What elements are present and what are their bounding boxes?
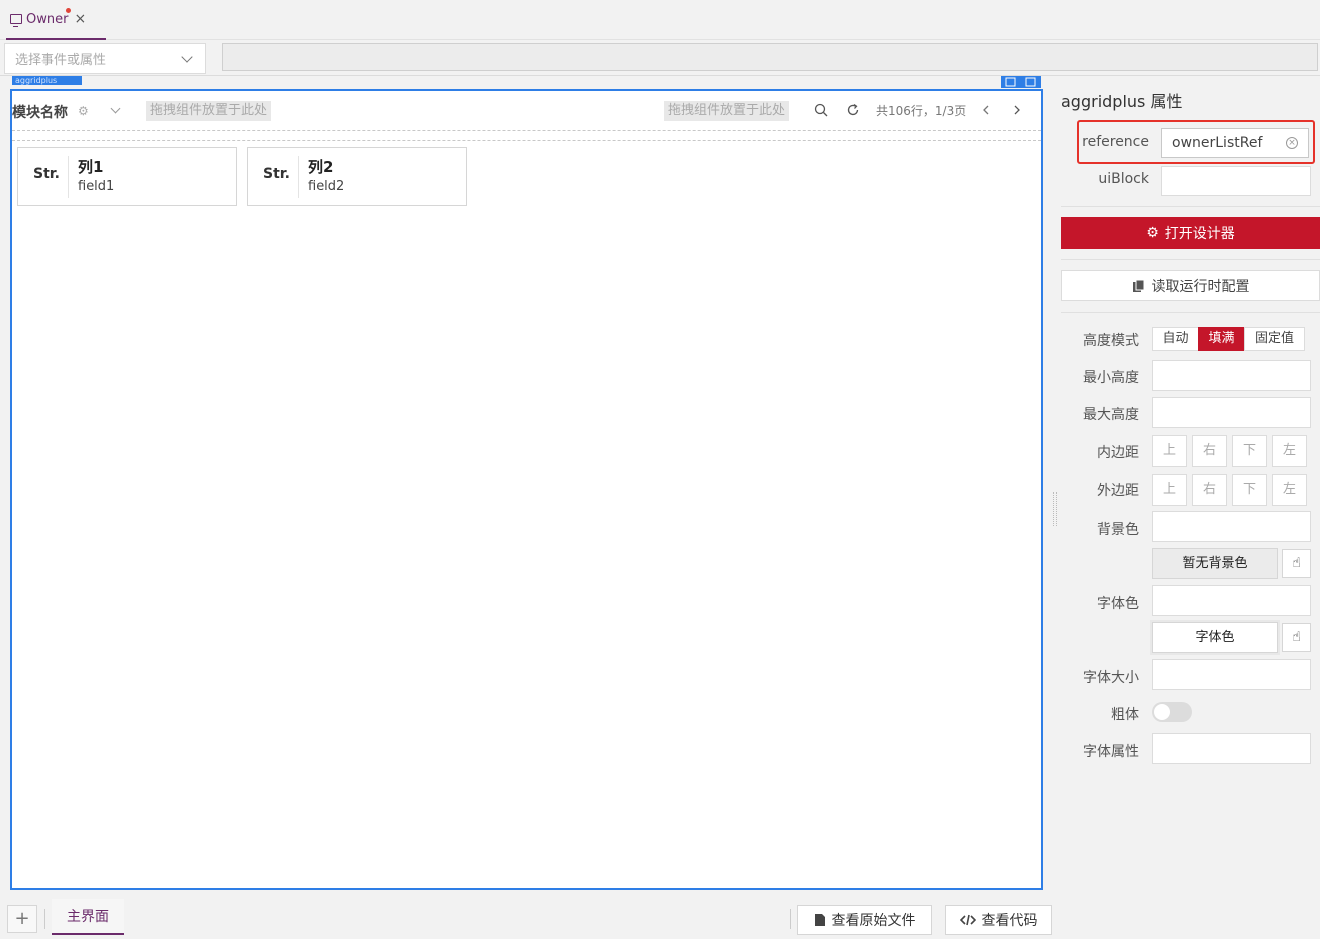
grid-toolbar: 模块名称 ⚙ 拖拽组件放置于此处 拖拽组件放置于此处 共106行，1/3页 bbox=[12, 91, 1041, 131]
font-color-input[interactable] bbox=[1152, 585, 1311, 616]
font-color-label: 字体色 bbox=[1097, 596, 1139, 612]
bold-label: 粗体 bbox=[1111, 707, 1139, 723]
column-type: Str. bbox=[263, 166, 291, 182]
copy-icon bbox=[1132, 279, 1144, 292]
event-select-placeholder: 选择事件或属性 bbox=[15, 53, 107, 68]
max-height-label: 最大高度 bbox=[1083, 407, 1139, 423]
component-actions[interactable] bbox=[1001, 76, 1041, 88]
code-icon bbox=[959, 914, 976, 926]
padding-bottom-input[interactable]: 下 bbox=[1232, 435, 1267, 467]
padding-top-input[interactable]: 上 bbox=[1152, 435, 1187, 467]
height-mode-fill[interactable]: 填满 bbox=[1198, 327, 1245, 351]
module-name[interactable]: 模块名称 bbox=[12, 102, 68, 122]
settings-gear-icon[interactable]: ⚙ bbox=[78, 104, 89, 118]
page-info: 共106行，1/3页 bbox=[876, 104, 967, 118]
chevron-right-icon[interactable] bbox=[1011, 103, 1023, 117]
pointer-hand-icon[interactable]: ☝ bbox=[1282, 549, 1311, 578]
column-card[interactable]: Str. 列2 field2 bbox=[247, 147, 467, 206]
column-type: Str. bbox=[33, 166, 61, 182]
view-source-label: 查看原始文件 bbox=[831, 913, 916, 929]
margin-bottom-input[interactable]: 下 bbox=[1232, 474, 1267, 506]
monitor-icon bbox=[10, 14, 22, 28]
column-title: 列2 bbox=[308, 158, 334, 176]
column-field: field1 bbox=[78, 179, 115, 194]
event-property-select[interactable]: 选择事件或属性 bbox=[4, 43, 206, 74]
view-source-button[interactable]: 查看原始文件 bbox=[797, 905, 932, 935]
uiblock-label: uiBlock bbox=[1098, 171, 1149, 187]
font-size-label: 字体大小 bbox=[1083, 670, 1139, 686]
divider bbox=[1061, 259, 1320, 260]
panel-title: aggridplus 属性 bbox=[1061, 92, 1183, 111]
padding-label: 内边距 bbox=[1097, 445, 1139, 461]
close-icon[interactable]: × bbox=[74, 11, 86, 27]
padding-left-input[interactable]: 左 bbox=[1272, 435, 1307, 467]
open-designer-button[interactable]: ⚙ 打开设计器 bbox=[1061, 217, 1320, 249]
reference-label: reference bbox=[1082, 134, 1149, 150]
column-field: field2 bbox=[308, 179, 345, 194]
read-runtime-config-button[interactable]: 读取运行时配置 bbox=[1061, 270, 1320, 301]
tab-main[interactable]: 主界面 bbox=[52, 899, 124, 935]
tab-bar: Owner × bbox=[0, 0, 1320, 40]
font-attr-input[interactable] bbox=[1152, 733, 1311, 764]
divider bbox=[1061, 312, 1320, 313]
divider bbox=[790, 909, 791, 929]
column-divider bbox=[68, 156, 69, 198]
margin-top-input[interactable]: 上 bbox=[1152, 474, 1187, 506]
font-attr-label: 字体属性 bbox=[1083, 744, 1139, 760]
min-height-input[interactable] bbox=[1152, 360, 1311, 391]
font-size-input[interactable] bbox=[1152, 659, 1311, 690]
reference-value: ownerListRef bbox=[1172, 135, 1263, 151]
drop-zone-left[interactable]: 拖拽组件放置于此处 bbox=[146, 101, 272, 121]
clear-icon[interactable]: × bbox=[1286, 137, 1298, 149]
padding-right-input[interactable]: 右 bbox=[1192, 435, 1227, 467]
view-code-label: 查看代码 bbox=[981, 913, 1038, 929]
chevron-down-icon bbox=[181, 51, 193, 63]
chevron-down-icon[interactable] bbox=[110, 103, 121, 114]
design-canvas[interactable]: 模块名称 ⚙ 拖拽组件放置于此处 拖拽组件放置于此处 共106行，1/3页 St… bbox=[10, 89, 1043, 890]
component-tag[interactable]: aggridplus bbox=[12, 76, 82, 85]
bg-color-swatch[interactable]: 暂无背景色 bbox=[1152, 548, 1278, 579]
search-icon[interactable] bbox=[814, 103, 828, 117]
reference-input[interactable]: ownerListRef × bbox=[1161, 128, 1309, 158]
toolbar-divider bbox=[12, 140, 1041, 141]
margin-left-input[interactable]: 左 bbox=[1272, 474, 1307, 506]
height-mode-auto[interactable]: 自动 bbox=[1152, 327, 1199, 351]
column-card[interactable]: Str. 列1 field1 bbox=[17, 147, 237, 206]
margin-right-input[interactable]: 右 bbox=[1192, 474, 1227, 506]
property-panel: aggridplus 属性 reference ownerListRef × u… bbox=[1057, 76, 1320, 939]
min-height-label: 最小高度 bbox=[1083, 370, 1139, 386]
tab-owner-label: Owner bbox=[26, 11, 69, 27]
refresh-icon[interactable] bbox=[846, 103, 860, 117]
column-title: 列1 bbox=[78, 158, 104, 176]
font-color-swatch[interactable]: 字体色 bbox=[1150, 620, 1280, 655]
bold-toggle[interactable] bbox=[1152, 702, 1192, 722]
bg-color-label: 背景色 bbox=[1097, 522, 1139, 538]
event-row: 选择事件或属性 bbox=[0, 40, 1320, 76]
unsaved-dot-icon bbox=[66, 8, 71, 13]
read-runtime-label: 读取运行时配置 bbox=[1151, 278, 1250, 295]
divider bbox=[1061, 206, 1320, 207]
add-page-button[interactable]: + bbox=[7, 905, 37, 933]
column-divider bbox=[298, 156, 299, 198]
height-mode-fixed[interactable]: 固定值 bbox=[1244, 327, 1305, 351]
height-mode-label: 高度模式 bbox=[1083, 333, 1139, 349]
uiblock-input[interactable] bbox=[1161, 166, 1311, 196]
component-action-icons bbox=[1005, 77, 1036, 87]
view-code-button[interactable]: 查看代码 bbox=[945, 905, 1052, 935]
margin-label: 外边距 bbox=[1097, 483, 1139, 499]
file-icon bbox=[814, 914, 825, 926]
open-designer-label: 打开设计器 bbox=[1164, 226, 1235, 242]
max-height-input[interactable] bbox=[1152, 397, 1311, 428]
tab-owner[interactable]: Owner × bbox=[6, 0, 106, 40]
bottom-bar: + 主界面 查看原始文件 查看代码 bbox=[0, 899, 1057, 939]
bg-color-input[interactable] bbox=[1152, 511, 1311, 542]
divider bbox=[44, 909, 45, 929]
drop-zone-right[interactable]: 拖拽组件放置于此处 bbox=[664, 101, 790, 121]
pointer-hand-icon[interactable]: ☝ bbox=[1282, 623, 1311, 652]
event-code-input[interactable] bbox=[222, 43, 1318, 71]
gear-icon: ⚙ bbox=[1146, 225, 1159, 241]
chevron-left-icon[interactable] bbox=[980, 103, 992, 117]
